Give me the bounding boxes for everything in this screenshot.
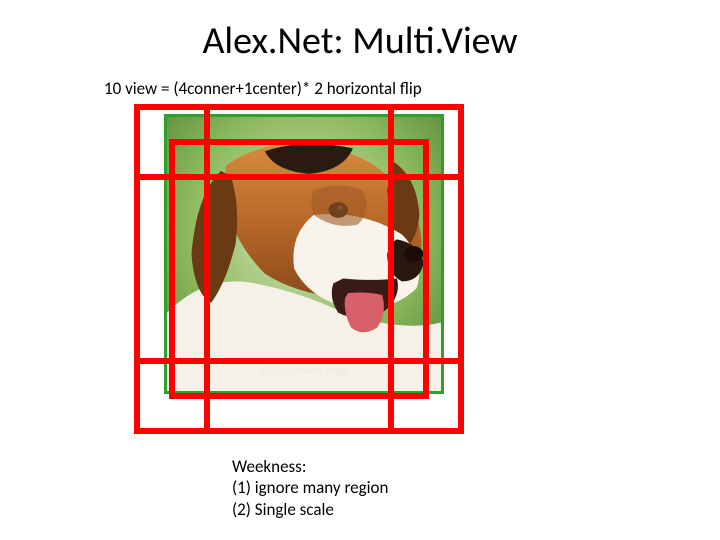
multiview-diagram: ©2010 carousel image bbox=[134, 104, 464, 434]
slide-title: Alex.Net: Multi.View bbox=[0, 0, 720, 64]
slide-subtitle: 10 view = (4conner+1center)* 2 horizonta… bbox=[104, 78, 422, 99]
weakness-block: Weekness: (1) ignore many region (2) Sin… bbox=[232, 456, 388, 520]
crop-center bbox=[169, 139, 429, 399]
weakness-heading: Weekness: bbox=[232, 456, 388, 477]
weakness-line-2: (2) Single scale bbox=[232, 499, 388, 520]
weakness-line-1: (1) ignore many region bbox=[232, 477, 388, 498]
